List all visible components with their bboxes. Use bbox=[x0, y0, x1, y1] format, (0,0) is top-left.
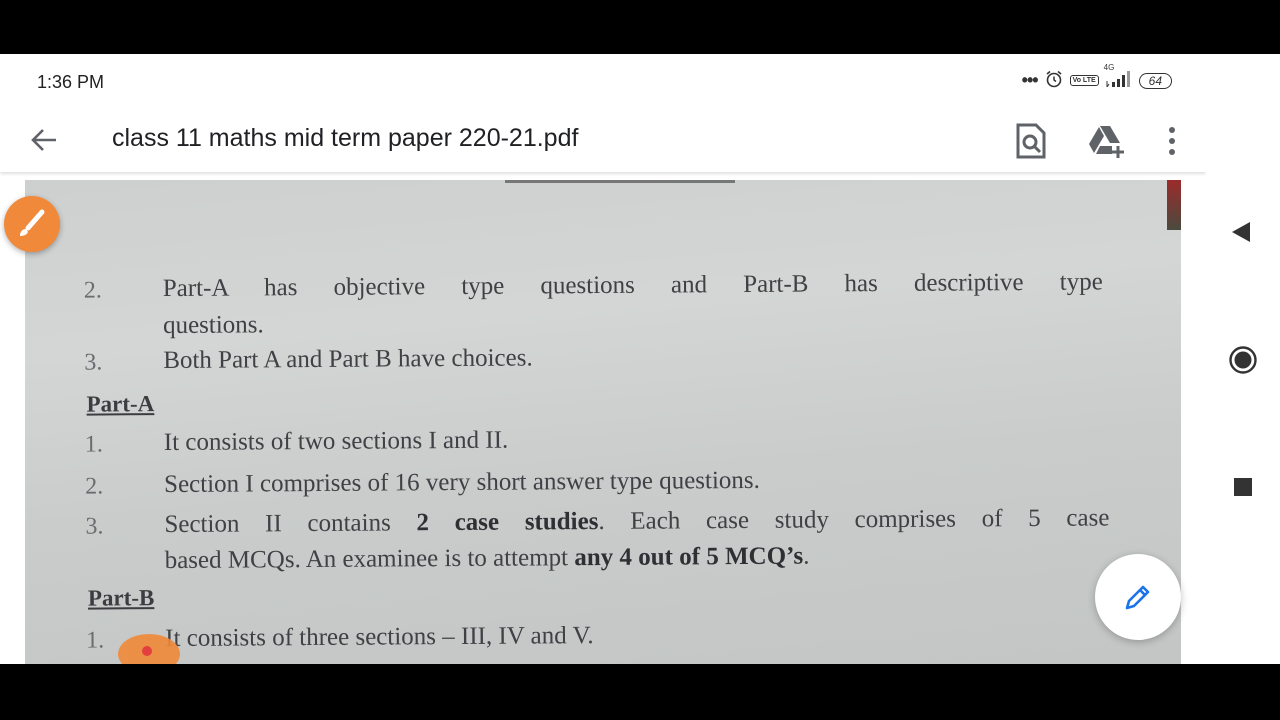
phone-screen: 1:36 PM ••• Vo LTE 4G 64 class 11 maths … bbox=[0, 54, 1280, 664]
network-type-label: 4G bbox=[1103, 63, 1115, 72]
annotate-brush-button[interactable] bbox=[4, 196, 60, 252]
pdf-page[interactable]: 2. Part-A has objective type questions a… bbox=[25, 180, 1181, 664]
app-bar: class 11 maths mid term paper 220-21.pdf bbox=[0, 110, 1206, 172]
part-a-line: Section I comprises of 16 very short ans… bbox=[164, 466, 760, 499]
item-number: 2. bbox=[85, 473, 104, 500]
arrow-left-icon bbox=[31, 129, 56, 151]
status-icons: ••• Vo LTE 4G 64 bbox=[1021, 63, 1172, 91]
brush-icon bbox=[20, 209, 45, 236]
back-button[interactable] bbox=[28, 124, 60, 156]
more-options-button[interactable] bbox=[1160, 122, 1184, 160]
triangle-back-icon bbox=[1232, 222, 1250, 242]
more-vert-icon bbox=[1169, 127, 1175, 155]
text-segment: Section II contains bbox=[164, 509, 417, 539]
nav-recents-button[interactable] bbox=[1234, 478, 1252, 496]
instruction-line: Both Part A and Part B have choices. bbox=[163, 344, 533, 375]
item-number: 2. bbox=[83, 277, 102, 304]
instruction-line: Part-A has objective type questions and … bbox=[162, 268, 1103, 303]
text-segment: . bbox=[803, 542, 810, 570]
find-in-page-icon bbox=[1016, 123, 1046, 159]
battery-indicator: 64 bbox=[1138, 72, 1172, 89]
document-title: class 11 maths mid term paper 220-21.pdf bbox=[112, 124, 579, 152]
part-b-heading: Part-B bbox=[87, 585, 155, 611]
bold-segment: any 4 out of 5 MCQ’s bbox=[574, 542, 804, 572]
pencil-icon bbox=[1125, 585, 1150, 610]
part-a-line-cont: based MCQs. An examinee is to attempt an… bbox=[165, 543, 810, 576]
part-b-line: It consists of three sections – III, IV … bbox=[165, 622, 594, 653]
alarm-icon bbox=[1045, 70, 1063, 91]
more-notifications-icon: ••• bbox=[1021, 70, 1039, 90]
text-segment: based MCQs. An examinee is to attempt bbox=[164, 544, 575, 575]
nav-home-button[interactable] bbox=[1228, 345, 1258, 375]
drive-add-icon bbox=[1089, 126, 1124, 158]
circle-home-icon bbox=[1229, 346, 1257, 374]
status-bar: 1:36 PM ••• Vo LTE 4G 64 bbox=[0, 54, 1206, 110]
nav-back-button[interactable] bbox=[1230, 220, 1252, 244]
item-number: 1. bbox=[86, 627, 105, 654]
record-dot-icon bbox=[142, 646, 152, 656]
item-number: 3. bbox=[84, 349, 103, 376]
part-a-line: It consists of two sections I and II. bbox=[163, 426, 509, 457]
part-a-heading: Part-A bbox=[86, 391, 155, 417]
volte-icon: Vo LTE bbox=[1069, 75, 1099, 86]
part-a-line: Section II contains 2 case studies. Each… bbox=[164, 504, 1109, 539]
text-segment: . Each case study comprises of 5 case bbox=[598, 504, 1110, 536]
status-time: 1:36 PM bbox=[37, 72, 105, 92]
find-in-document-button[interactable] bbox=[1014, 121, 1048, 161]
signal-icon: 4G bbox=[1104, 63, 1132, 90]
bold-segment: 2 case studies bbox=[416, 508, 599, 537]
add-to-drive-button[interactable] bbox=[1088, 122, 1126, 160]
instruction-line-cont: questions. bbox=[162, 311, 264, 340]
item-number: 3. bbox=[85, 513, 104, 540]
edit-fab-button[interactable] bbox=[1095, 554, 1181, 640]
system-nav-bar bbox=[1206, 54, 1280, 664]
item-number: 1. bbox=[84, 431, 103, 458]
document-text: 2. Part-A has objective type questions a… bbox=[25, 180, 1181, 664]
